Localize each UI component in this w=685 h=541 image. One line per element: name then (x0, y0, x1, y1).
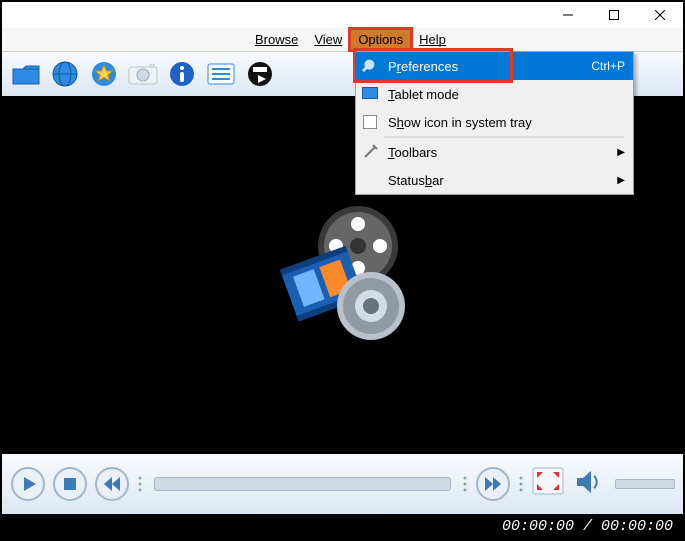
tablet-icon (360, 84, 380, 104)
menu-item-toolbars[interactable]: Toolbars ▶ (356, 138, 633, 166)
rewind-button[interactable] (94, 466, 130, 502)
volume-slider[interactable] (615, 479, 675, 489)
fullscreen-button[interactable] (531, 466, 567, 502)
menu-browse[interactable]: Browse (247, 29, 306, 51)
menu-item-shortcut: Ctrl+P (591, 59, 625, 73)
seek-bar[interactable] (154, 477, 451, 491)
titlebar (2, 2, 683, 28)
submenu-arrow-icon: ▶ (617, 175, 625, 186)
menu-item-label: Statusbar (388, 173, 617, 188)
menu-item-label: Preferences (388, 59, 591, 74)
minimize-button[interactable] (545, 2, 591, 28)
menu-item-show-tray[interactable]: Show icon in system tray (356, 108, 633, 136)
menubar: Browse View Options Help (2, 28, 683, 52)
submenu-arrow-icon: ▶ (617, 147, 625, 158)
menu-item-label: Show icon in system tray (388, 115, 625, 130)
menu-item-tablet-mode[interactable]: Tablet mode (356, 80, 633, 108)
clapper-icon[interactable] (242, 56, 278, 92)
forward-button[interactable] (475, 466, 511, 502)
playback-controls (2, 454, 683, 514)
menu-item-statusbar[interactable]: Statusbar ▶ (356, 166, 633, 194)
globe-icon[interactable] (47, 56, 83, 92)
menu-item-preferences[interactable]: Preferences Ctrl+P (356, 52, 633, 80)
status-bar: 00:00:00 / 00:00:00 (2, 514, 683, 539)
divider (517, 474, 525, 494)
open-folder-icon[interactable] (8, 56, 44, 92)
divider (136, 474, 144, 494)
wrench-icon (360, 56, 380, 76)
menu-help[interactable]: Help (411, 29, 454, 51)
options-dropdown: Preferences Ctrl+P Tablet mode Show icon… (355, 51, 634, 195)
camera-icon[interactable] (125, 56, 161, 92)
time-display: 00:00:00 / 00:00:00 (502, 518, 673, 535)
menu-item-label: Tablet mode (388, 87, 625, 102)
divider (461, 474, 469, 494)
application-window: Browse View Options Help (0, 0, 685, 541)
play-button[interactable] (10, 466, 46, 502)
favorites-star-icon[interactable] (86, 56, 122, 92)
list-icon[interactable] (203, 56, 239, 92)
menu-item-label: Toolbars (388, 145, 617, 160)
close-button[interactable] (637, 2, 683, 28)
menu-options[interactable]: Options (350, 29, 411, 51)
maximize-button[interactable] (591, 2, 637, 28)
tools-icon (360, 142, 380, 162)
info-icon[interactable] (164, 56, 200, 92)
volume-button[interactable] (573, 466, 609, 502)
menu-view[interactable]: View (306, 29, 350, 51)
checkbox-icon (360, 112, 380, 132)
stop-button[interactable] (52, 466, 88, 502)
player-logo (263, 196, 423, 356)
